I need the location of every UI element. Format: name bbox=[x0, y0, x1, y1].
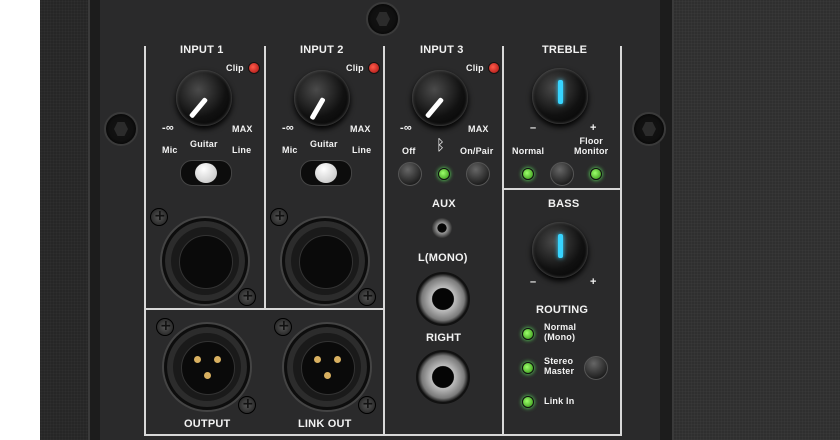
page-margin bbox=[0, 0, 40, 440]
routing-stereo-label: Stereo Master bbox=[544, 356, 575, 376]
divider-left-edge bbox=[144, 46, 146, 436]
divider-inputs-outputs bbox=[144, 308, 384, 310]
input3-clip-led bbox=[488, 62, 500, 74]
output-screw-top bbox=[156, 318, 174, 336]
input1-title: INPUT 1 bbox=[180, 44, 224, 56]
link-out-screw-top bbox=[274, 318, 292, 336]
input2-gain-knob[interactable] bbox=[294, 70, 350, 126]
treble-plus-label: + bbox=[590, 122, 597, 134]
link-out-label: LINK OUT bbox=[298, 418, 352, 430]
bluetooth-off-button[interactable] bbox=[398, 162, 422, 186]
input1-clip-led bbox=[248, 62, 260, 74]
input2-title: INPUT 2 bbox=[300, 44, 344, 56]
routing-normal-led bbox=[522, 328, 534, 340]
input2-min-label: -∞ bbox=[282, 122, 294, 134]
input3-clip-label: Clip bbox=[466, 63, 484, 73]
bass-minus-label: – bbox=[530, 276, 537, 288]
input2-clip-label: Clip bbox=[346, 63, 364, 73]
bluetooth-icon: ᛒ bbox=[436, 136, 446, 154]
input1-guitar-label: Guitar bbox=[190, 139, 218, 149]
input1-combo-jack[interactable] bbox=[162, 218, 248, 304]
mount-screw-top bbox=[366, 2, 400, 36]
input3-gain-knob[interactable] bbox=[412, 70, 468, 126]
right-label: RIGHT bbox=[426, 332, 462, 344]
input1-clip-label: Clip bbox=[226, 63, 244, 73]
output-label: OUTPUT bbox=[184, 418, 231, 430]
eq-mode-button[interactable] bbox=[550, 162, 574, 186]
mount-screw-left bbox=[104, 112, 138, 146]
left-mono-label: L(MONO) bbox=[418, 252, 468, 264]
routing-stereo-led bbox=[522, 362, 534, 374]
routing-linkin-led bbox=[522, 396, 534, 408]
input2-guitar-label: Guitar bbox=[310, 139, 338, 149]
divider-right-edge bbox=[620, 46, 622, 436]
aux-input-jack[interactable] bbox=[432, 218, 452, 238]
treble-minus-label: – bbox=[530, 122, 537, 134]
input2-screw-top bbox=[270, 208, 288, 226]
eq-normal-label: Normal bbox=[512, 146, 545, 156]
routing-linkin-label: Link In bbox=[544, 396, 575, 406]
bluetooth-pair-button[interactable] bbox=[466, 162, 490, 186]
input1-line-label: Line bbox=[232, 145, 252, 155]
divider-bottom bbox=[144, 434, 622, 436]
divider-input1-input2 bbox=[264, 46, 266, 308]
right-jack[interactable] bbox=[416, 350, 470, 404]
output-xlr-jack[interactable] bbox=[164, 324, 250, 410]
input2-clip-led bbox=[368, 62, 380, 74]
input1-screw-bottom bbox=[238, 288, 256, 306]
input2-source-switch[interactable] bbox=[300, 160, 352, 186]
input3-max-label: MAX bbox=[468, 124, 489, 134]
left-mono-jack[interactable] bbox=[416, 272, 470, 326]
input2-screw-bottom bbox=[358, 288, 376, 306]
output-screw-bottom bbox=[238, 396, 256, 414]
bass-title: BASS bbox=[548, 198, 580, 210]
routing-title: ROUTING bbox=[536, 304, 589, 316]
input3-title: INPUT 3 bbox=[420, 44, 464, 56]
cabinet-right-side bbox=[672, 0, 840, 440]
aux-label: AUX bbox=[432, 198, 456, 210]
link-out-screw-bottom bbox=[358, 396, 376, 414]
input2-max-label: MAX bbox=[350, 124, 371, 134]
eq-normal-led bbox=[522, 168, 534, 180]
input3-min-label: -∞ bbox=[400, 122, 412, 134]
treble-knob[interactable] bbox=[532, 68, 588, 124]
divider-input2-input3 bbox=[383, 46, 385, 436]
divider-treble-bass bbox=[502, 188, 622, 190]
bluetooth-off-label: Off bbox=[402, 146, 416, 156]
input1-min-label: -∞ bbox=[162, 122, 174, 134]
bluetooth-status-led bbox=[438, 168, 450, 180]
routing-normal-label: Normal (Mono) bbox=[544, 322, 577, 342]
input1-mic-label: Mic bbox=[162, 145, 178, 155]
bluetooth-pair-label: On/Pair bbox=[460, 146, 494, 156]
mixer-panel-view: INPUT 1 Clip -∞ MAX Mic Guitar Line INPU… bbox=[0, 0, 840, 440]
link-out-xlr-jack[interactable] bbox=[284, 324, 370, 410]
input2-line-label: Line bbox=[352, 145, 372, 155]
input2-combo-jack[interactable] bbox=[282, 218, 368, 304]
treble-title: TREBLE bbox=[542, 44, 588, 56]
input1-max-label: MAX bbox=[232, 124, 253, 134]
routing-select-button[interactable] bbox=[584, 356, 608, 380]
bass-knob[interactable] bbox=[532, 222, 588, 278]
input1-gain-knob[interactable] bbox=[176, 70, 232, 126]
eq-floor-monitor-led bbox=[590, 168, 602, 180]
input1-screw-top bbox=[150, 208, 168, 226]
input2-mic-label: Mic bbox=[282, 145, 298, 155]
mount-screw-right bbox=[632, 112, 666, 146]
divider-input3-eq bbox=[502, 46, 504, 436]
eq-floor-monitor-label: Floor Monitor bbox=[574, 136, 609, 156]
input1-source-switch[interactable] bbox=[180, 160, 232, 186]
bass-plus-label: + bbox=[590, 276, 597, 288]
